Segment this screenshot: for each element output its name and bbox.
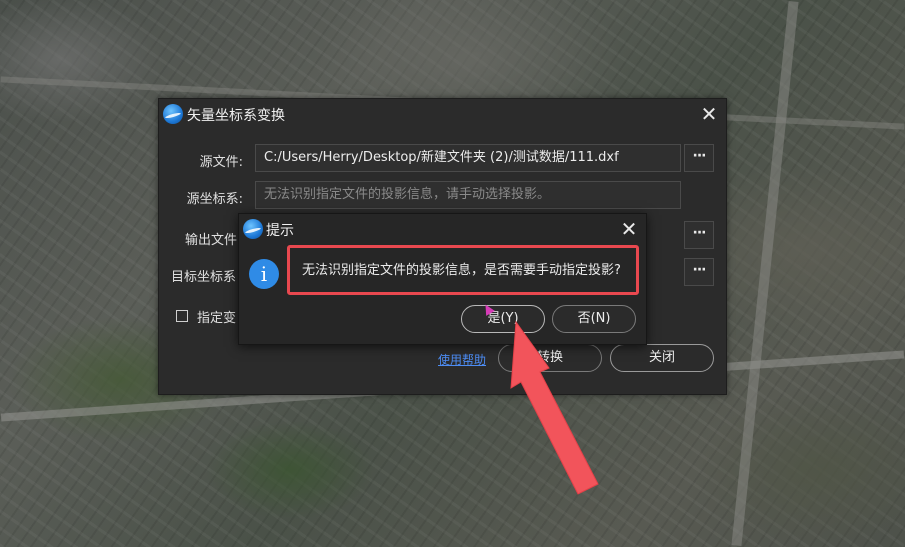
close-button[interactable]: 关闭 xyxy=(610,344,714,372)
source-file-browse-button[interactable]: ··· xyxy=(684,144,714,172)
main-titlebar[interactable]: 矢量坐标系变换 ✕ xyxy=(159,99,726,129)
target-crs-browse-button[interactable]: ··· xyxy=(684,258,714,286)
specify-checkbox[interactable] xyxy=(176,310,188,322)
info-icon: i xyxy=(249,259,279,289)
yes-button[interactable]: 是(Y) xyxy=(461,305,545,333)
prompt-titlebar[interactable]: 提示 ✕ xyxy=(239,214,646,244)
app-logo-icon xyxy=(243,219,263,239)
no-button[interactable]: 否(N) xyxy=(552,305,636,333)
main-dialog-title: 矢量坐标系变换 xyxy=(187,108,285,124)
specify-checkbox-label: 指定变 xyxy=(197,311,237,326)
source-file-field[interactable]: C:/Users/Herry/Desktop/新建文件夹 (2)/测试数据/11… xyxy=(255,144,681,172)
output-file-browse-button[interactable]: ··· xyxy=(684,221,714,249)
source-file-label: 源文件: xyxy=(199,155,243,170)
prompt-dialog: 提示 ✕ i 无法识别指定文件的投影信息，是否需要手动指定投影? 是(Y) 否(… xyxy=(238,213,647,345)
help-link[interactable]: 使用帮助 xyxy=(438,351,486,368)
convert-button[interactable]: 转换 xyxy=(498,344,602,372)
prompt-close-icon[interactable]: ✕ xyxy=(618,218,640,240)
source-crs-field[interactable]: 无法识别指定文件的投影信息，请手动选择投影。 xyxy=(255,181,681,209)
source-crs-label: 源坐标系: xyxy=(186,192,243,207)
main-close-icon[interactable]: ✕ xyxy=(698,103,720,125)
prompt-dialog-title: 提示 xyxy=(266,223,294,239)
prompt-message: 无法识别指定文件的投影信息，是否需要手动指定投影? xyxy=(302,263,621,278)
app-logo-icon xyxy=(163,104,183,124)
target-crs-label: 目标坐标系 xyxy=(171,270,237,285)
